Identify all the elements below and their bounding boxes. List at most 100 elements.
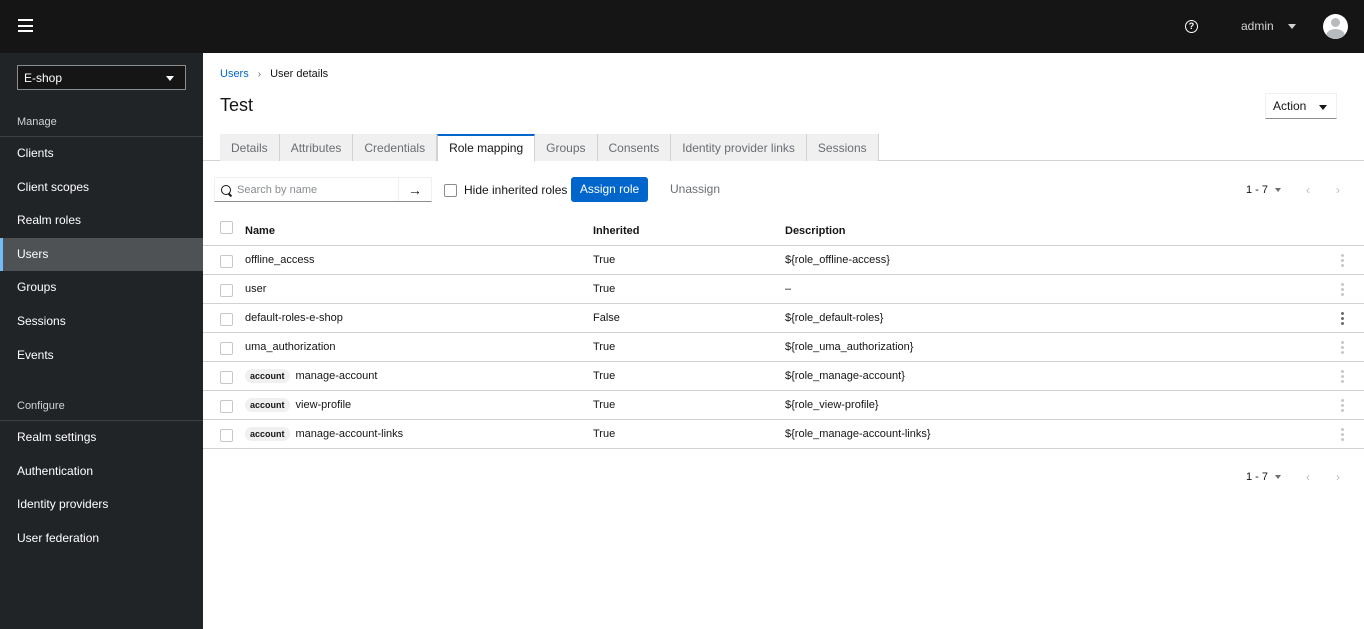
- row-select-cell: [220, 363, 233, 391]
- role-name: manage-account-links: [295, 428, 404, 440]
- nav-section-title: Manage: [0, 115, 203, 137]
- breadcrumb-users-link[interactable]: Users: [220, 68, 249, 80]
- tab-consents[interactable]: Consents: [597, 134, 672, 161]
- sidebar-item-client-scopes[interactable]: Client scopes: [0, 171, 203, 205]
- inherited-cell: True: [593, 399, 616, 411]
- role-name: manage-account: [295, 370, 378, 382]
- tab-identity-provider-links[interactable]: Identity provider links: [671, 134, 807, 161]
- realm-name: E-shop: [24, 71, 63, 85]
- table-row: account view-profile True ${role_view-profi…: [203, 391, 1364, 420]
- table-row: account manage-account True ${role_manage-a…: [203, 362, 1364, 391]
- hide-inherited-checkbox[interactable]: [444, 183, 457, 197]
- user-name: admin: [1241, 19, 1274, 33]
- select-all-checkbox[interactable]: [220, 221, 233, 234]
- sidebar-item-users[interactable]: Users: [0, 237, 203, 272]
- assign-role-button[interactable]: Assign role: [571, 177, 648, 202]
- tab-groups[interactable]: Groups: [535, 134, 598, 161]
- caret-down-icon: [1275, 188, 1282, 192]
- avatar[interactable]: [1323, 14, 1348, 39]
- tab-attributes[interactable]: Attributes: [279, 134, 354, 161]
- role-mapping-table: Name Inherited Description offline_acces…: [203, 216, 1364, 449]
- row-select-cell: [220, 305, 233, 333]
- caret-down-icon: [1287, 23, 1296, 29]
- row-checkbox[interactable]: [220, 370, 233, 384]
- hide-inherited-label: Hide inherited roles: [464, 183, 568, 197]
- row-checkbox[interactable]: [220, 399, 233, 413]
- role-name-cell: account manage-account-links: [245, 420, 403, 448]
- inherited-cell: True: [593, 283, 616, 295]
- inherited-cell: True: [593, 341, 616, 353]
- role-name-cell: account view-profile: [245, 391, 351, 419]
- sidebar-item-sessions[interactable]: Sessions: [0, 305, 203, 339]
- next-page-icon[interactable]: ›: [1336, 183, 1340, 197]
- hamburger-menu-icon[interactable]: [18, 19, 33, 32]
- pagination-bottom: 1 - 7 ‹ ›: [1246, 470, 1340, 484]
- search-input[interactable]: [237, 183, 387, 196]
- sidebar-item-groups[interactable]: Groups: [0, 271, 203, 305]
- row-checkbox[interactable]: [220, 283, 233, 297]
- pagination-top: 1 - 7 ‹ ›: [1246, 183, 1340, 197]
- realm-selector[interactable]: E-shop: [17, 65, 186, 90]
- role-name: view-profile: [295, 399, 352, 411]
- row-actions-kebab-icon[interactable]: [1341, 333, 1344, 361]
- row-select-cell: [220, 247, 233, 275]
- user-menu-toggle[interactable]: admin: [1241, 19, 1296, 33]
- role-name-cell: user: [245, 275, 266, 303]
- sidebar-item-realm-settings[interactable]: Realm settings: [0, 421, 203, 455]
- tab-sessions[interactable]: Sessions: [806, 134, 879, 161]
- search-box: →: [214, 177, 432, 202]
- nav-section-configure: Configure Realm settings Authentication Id…: [0, 399, 203, 555]
- inherited-cell: True: [593, 254, 616, 266]
- row-checkbox[interactable]: [220, 254, 233, 268]
- page-title: Test: [220, 95, 254, 115]
- role-name: default-roles-e-shop: [245, 312, 343, 324]
- description-cell: ${role_view-profile}: [785, 399, 879, 411]
- action-dropdown[interactable]: Action: [1265, 93, 1337, 119]
- row-select-cell: [220, 421, 233, 449]
- column-header-description: Description: [785, 224, 846, 237]
- table-row: account manage-account-links True ${role_ma…: [203, 420, 1364, 449]
- caret-down-icon: [1275, 475, 1282, 479]
- role-name-cell: default-roles-e-shop: [245, 304, 343, 332]
- search-input-wrap: [215, 178, 399, 201]
- row-actions-kebab-icon[interactable]: [1341, 275, 1344, 303]
- select-all-cell: [220, 213, 233, 242]
- breadcrumb: Users › User details: [220, 68, 328, 80]
- unassign-button[interactable]: Unassign: [670, 177, 720, 202]
- row-actions-kebab-icon[interactable]: [1341, 304, 1344, 332]
- sidebar-item-authentication[interactable]: Authentication: [0, 455, 203, 489]
- hide-inherited-roles-toggle[interactable]: Hide inherited roles: [444, 183, 567, 197]
- previous-page-icon[interactable]: ‹: [1306, 470, 1310, 484]
- tab-details[interactable]: Details: [220, 134, 280, 161]
- sidebar-item-identity-providers[interactable]: Identity providers: [0, 488, 203, 522]
- sidebar-item-events[interactable]: Events: [0, 339, 203, 373]
- pagination-range-toggle[interactable]: 1 - 7: [1246, 471, 1282, 483]
- table-row: user True –: [203, 275, 1364, 304]
- pagination-range: 1 - 7: [1246, 184, 1269, 196]
- row-checkbox[interactable]: [220, 341, 233, 355]
- role-name-cell: offline_access: [245, 246, 315, 274]
- breadcrumb-current: User details: [270, 68, 329, 80]
- row-actions-kebab-icon[interactable]: [1341, 391, 1344, 419]
- row-checkbox[interactable]: [220, 428, 233, 442]
- previous-page-icon[interactable]: ‹: [1306, 183, 1310, 197]
- tab-credentials[interactable]: Credentials: [353, 134, 438, 161]
- pagination-range-toggle[interactable]: 1 - 7: [1246, 184, 1282, 196]
- client-badge: account: [245, 398, 290, 412]
- inherited-cell: False: [593, 312, 620, 324]
- tab-role-mapping[interactable]: Role mapping: [437, 134, 536, 162]
- sidebar-item-user-federation[interactable]: User federation: [0, 522, 203, 556]
- sidebar-item-clients[interactable]: Clients: [0, 137, 203, 171]
- row-checkbox[interactable]: [220, 312, 233, 326]
- description-cell: ${role_uma_authorization}: [785, 341, 914, 353]
- description-cell: ${role_default-roles}: [785, 312, 884, 324]
- next-page-icon[interactable]: ›: [1336, 470, 1340, 484]
- sidebar-item-realm-roles[interactable]: Realm roles: [0, 204, 203, 238]
- help-icon[interactable]: ?: [1185, 20, 1198, 33]
- column-header-name[interactable]: Name: [245, 216, 275, 245]
- row-actions-kebab-icon[interactable]: [1341, 246, 1344, 274]
- row-actions-kebab-icon[interactable]: [1341, 362, 1344, 390]
- row-actions-kebab-icon[interactable]: [1341, 420, 1344, 448]
- search-submit-arrow-icon[interactable]: →: [399, 178, 431, 201]
- role-name: offline_access: [245, 254, 315, 266]
